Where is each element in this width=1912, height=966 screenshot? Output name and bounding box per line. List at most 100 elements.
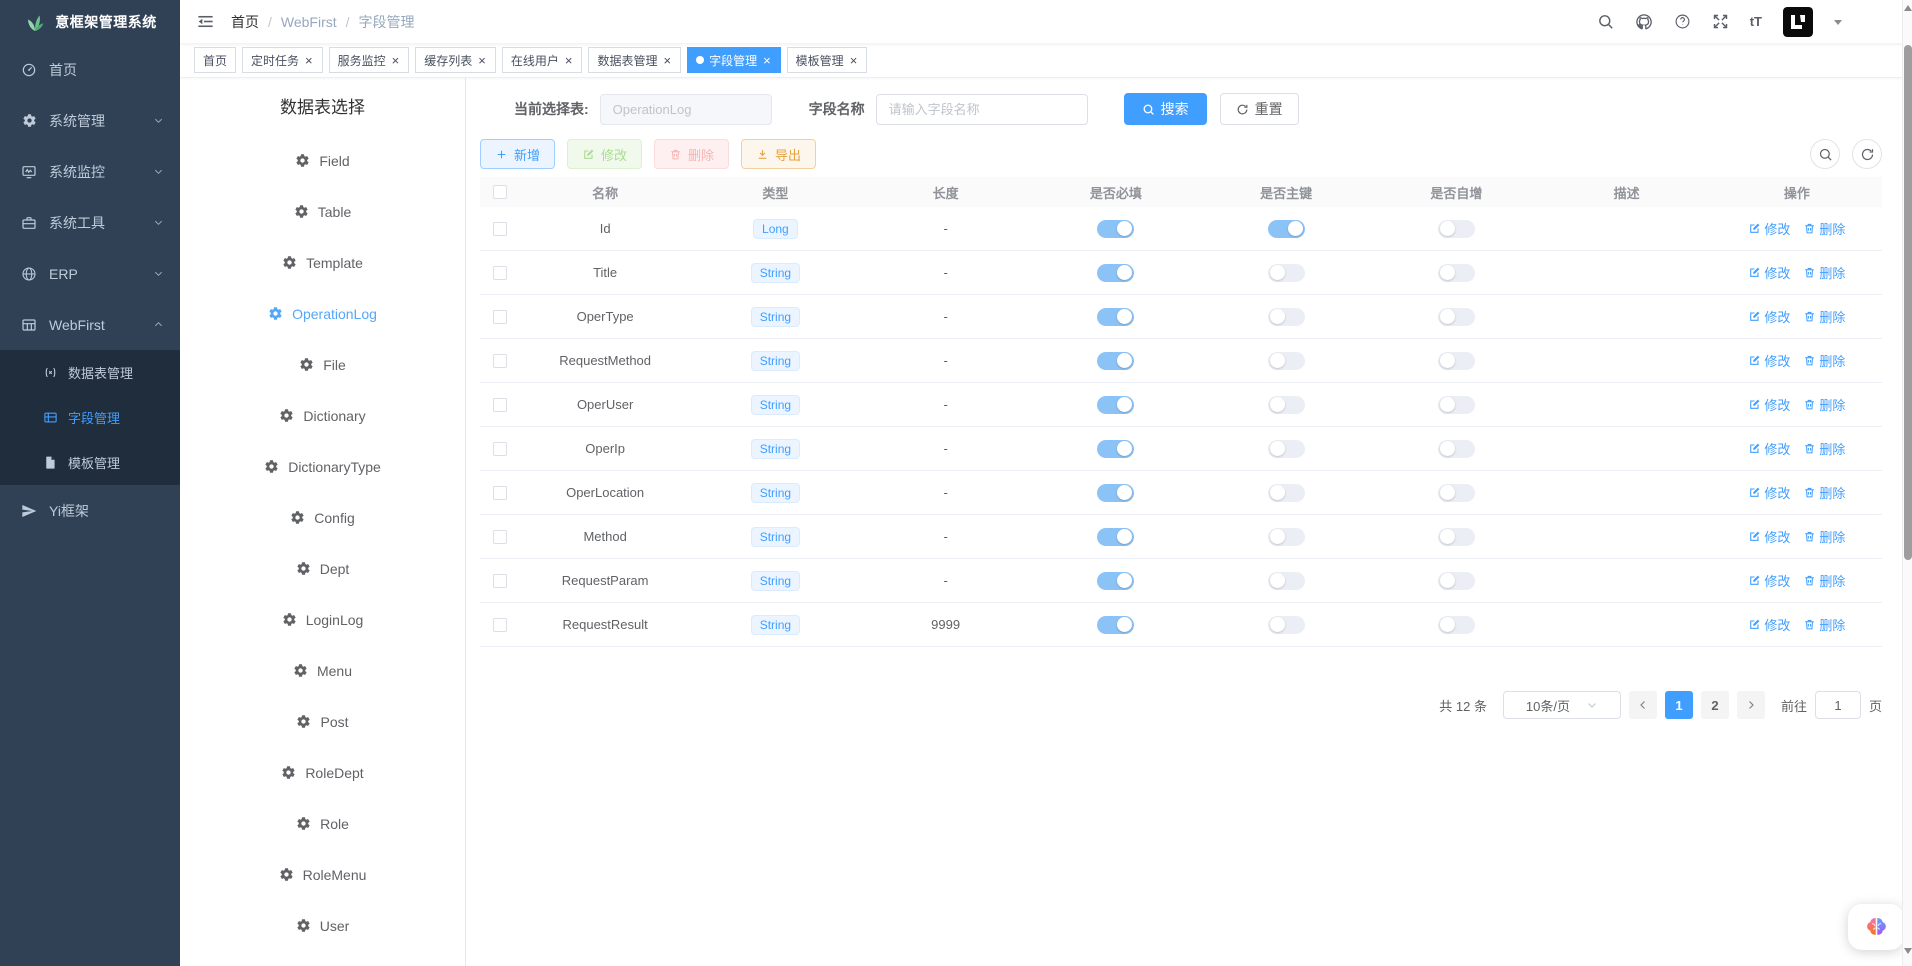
page-button-2[interactable]: 2: [1701, 691, 1729, 719]
row-checkbox[interactable]: [493, 530, 507, 544]
prev-page-button[interactable]: [1629, 691, 1657, 719]
auto-increment-toggle[interactable]: [1438, 440, 1475, 458]
tree-item-User[interactable]: User: [180, 900, 465, 951]
primary-key-toggle[interactable]: [1268, 308, 1305, 326]
sidebar-item-system-tools[interactable]: 系统工具: [0, 197, 180, 248]
app-logo[interactable]: 意框架管理系统: [0, 0, 180, 44]
tree-item-Field[interactable]: Field: [180, 135, 465, 186]
tree-item-Role[interactable]: Role: [180, 798, 465, 849]
close-icon[interactable]: ×: [304, 54, 314, 67]
auto-increment-toggle[interactable]: [1438, 264, 1475, 282]
breadcrumb-item[interactable]: 首页: [231, 12, 259, 32]
search-icon[interactable]: [1597, 13, 1614, 30]
auto-increment-toggle[interactable]: [1438, 484, 1475, 502]
required-toggle[interactable]: [1097, 264, 1134, 282]
sidebar-item-home[interactable]: 首页: [0, 44, 180, 95]
sidebar-item-erp[interactable]: ERP: [0, 248, 180, 299]
delete-row-link[interactable]: 删除: [1803, 483, 1845, 502]
edit-row-link[interactable]: 修改: [1748, 571, 1790, 590]
required-toggle[interactable]: [1097, 308, 1134, 326]
tree-item-Dictionary[interactable]: Dictionary: [180, 390, 465, 441]
tree-item-DictionaryType[interactable]: DictionaryType: [180, 441, 465, 492]
ai-assistant-button[interactable]: [1848, 904, 1904, 950]
tab-table-manage[interactable]: 数据表管理×: [588, 47, 681, 73]
delete-row-link[interactable]: 删除: [1803, 351, 1845, 370]
avatar[interactable]: [1783, 7, 1813, 37]
primary-key-toggle[interactable]: [1268, 616, 1305, 634]
row-checkbox[interactable]: [493, 486, 507, 500]
primary-key-toggle[interactable]: [1268, 264, 1305, 282]
tab-cache-list[interactable]: 缓存列表×: [415, 47, 496, 73]
edit-row-link[interactable]: 修改: [1748, 615, 1790, 634]
auto-increment-toggle[interactable]: [1438, 220, 1475, 238]
primary-key-toggle[interactable]: [1268, 484, 1305, 502]
row-checkbox[interactable]: [493, 574, 507, 588]
edit-row-link[interactable]: 修改: [1748, 219, 1790, 238]
primary-key-toggle[interactable]: [1268, 572, 1305, 590]
tree-item-RoleDept[interactable]: RoleDept: [180, 747, 465, 798]
row-checkbox[interactable]: [493, 398, 507, 412]
scroll-down-arrow-icon[interactable]: [1904, 948, 1912, 954]
tab-service-monitor[interactable]: 服务监控×: [329, 47, 410, 73]
tree-item-File[interactable]: File: [180, 339, 465, 390]
delete-row-link[interactable]: 删除: [1803, 527, 1845, 546]
primary-key-toggle[interactable]: [1268, 220, 1305, 238]
sidebar-item-webfirst[interactable]: WebFirst: [0, 299, 180, 350]
edit-row-link[interactable]: 修改: [1748, 483, 1790, 502]
primary-key-toggle[interactable]: [1268, 528, 1305, 546]
fullscreen-icon[interactable]: [1712, 13, 1729, 30]
next-page-button[interactable]: [1737, 691, 1765, 719]
auto-increment-toggle[interactable]: [1438, 572, 1475, 590]
table-search-toggle-button[interactable]: [1810, 139, 1840, 169]
sidebar-item-template-manage[interactable]: 模板管理: [0, 440, 180, 485]
row-checkbox[interactable]: [493, 618, 507, 632]
help-icon[interactable]: [1674, 13, 1691, 30]
close-icon[interactable]: ×: [762, 54, 772, 67]
auto-increment-toggle[interactable]: [1438, 352, 1475, 370]
add-button[interactable]: 新增: [480, 139, 555, 169]
tree-item-Config[interactable]: Config: [180, 492, 465, 543]
row-checkbox[interactable]: [493, 222, 507, 236]
required-toggle[interactable]: [1097, 616, 1134, 634]
delete-row-link[interactable]: 删除: [1803, 307, 1845, 326]
auto-increment-toggle[interactable]: [1438, 528, 1475, 546]
delete-row-link[interactable]: 删除: [1803, 571, 1845, 590]
required-toggle[interactable]: [1097, 572, 1134, 590]
sidebar-item-system-monitor[interactable]: 系统监控: [0, 146, 180, 197]
auto-increment-toggle[interactable]: [1438, 308, 1475, 326]
tab-online-users[interactable]: 在线用户×: [502, 47, 583, 73]
field-name-input[interactable]: [876, 94, 1088, 125]
row-checkbox[interactable]: [493, 354, 507, 368]
scrollbar[interactable]: [1902, 0, 1912, 966]
tree-item-Table[interactable]: Table: [180, 186, 465, 237]
sidebar-item-table-manage[interactable]: 数据表管理: [0, 350, 180, 395]
delete-row-link[interactable]: 删除: [1803, 439, 1845, 458]
page-button-1[interactable]: 1: [1665, 691, 1693, 719]
close-icon[interactable]: ×: [477, 54, 487, 67]
hamburger-icon[interactable]: [196, 12, 215, 31]
tab-scheduled-tasks[interactable]: 定时任务×: [242, 47, 323, 73]
sidebar-item-system-manage[interactable]: 系统管理: [0, 95, 180, 146]
tree-item-Dept[interactable]: Dept: [180, 543, 465, 594]
required-toggle[interactable]: [1097, 484, 1134, 502]
tree-item-Template[interactable]: Template: [180, 237, 465, 288]
close-icon[interactable]: ×: [564, 54, 574, 67]
tree-item-OperationLog[interactable]: OperationLog: [180, 288, 465, 339]
required-toggle[interactable]: [1097, 352, 1134, 370]
table-refresh-button[interactable]: [1852, 139, 1882, 169]
edit-row-link[interactable]: 修改: [1748, 351, 1790, 370]
delete-row-link[interactable]: 删除: [1803, 395, 1845, 414]
edit-row-link[interactable]: 修改: [1748, 395, 1790, 414]
select-all-checkbox[interactable]: [493, 185, 507, 199]
tree-item-RoleMenu[interactable]: RoleMenu: [180, 849, 465, 900]
required-toggle[interactable]: [1097, 440, 1134, 458]
primary-key-toggle[interactable]: [1268, 440, 1305, 458]
scroll-up-arrow-icon[interactable]: [1904, 5, 1912, 11]
github-icon[interactable]: [1635, 13, 1653, 31]
row-checkbox[interactable]: [493, 442, 507, 456]
edit-row-link[interactable]: 修改: [1748, 263, 1790, 282]
delete-row-link[interactable]: 删除: [1803, 219, 1845, 238]
auto-increment-toggle[interactable]: [1438, 396, 1475, 414]
delete-row-link[interactable]: 删除: [1803, 263, 1845, 282]
scrollbar-thumb[interactable]: [1904, 45, 1912, 560]
